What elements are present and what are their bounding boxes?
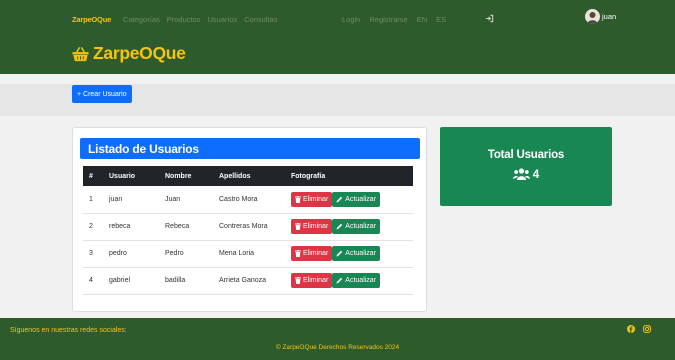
trash-icon — [295, 223, 301, 230]
column-header-fotografia: Fotografía — [291, 172, 326, 180]
pencil-icon — [336, 196, 343, 203]
update-button[interactable]: Actualizar — [332, 219, 381, 234]
cell-actions: Eliminar Actualizar — [285, 186, 413, 213]
create-user-button[interactable]: + Crear Usuario — [72, 85, 132, 103]
update-button[interactable]: Actualizar — [332, 246, 381, 261]
auth-nav: Login Registrarse EN ES — [342, 15, 455, 24]
cell-apellidos: Arrieta Ganoza — [219, 277, 267, 284]
avatar-icon — [585, 9, 600, 24]
column-header-nombre: Nombre — [165, 172, 192, 180]
pencil-icon — [336, 223, 343, 230]
footer — [0, 318, 675, 360]
nav-link-productos[interactable]: Productos — [167, 15, 201, 24]
trash-icon — [295, 195, 301, 203]
pencil-icon — [336, 250, 343, 257]
cell-id: 4 — [89, 277, 93, 284]
user-name: juan — [602, 12, 617, 21]
column-header-id: # — [89, 172, 93, 180]
delete-button[interactable]: Eliminar — [291, 246, 333, 261]
update-button-label: Actualizar — [345, 195, 377, 203]
nav-brand[interactable]: ZarpeOQue — [72, 15, 111, 24]
column-header-apellidos: Apellidos — [219, 172, 251, 180]
cell-usuario: juan — [109, 195, 123, 203]
delete-button-label: Eliminar — [303, 250, 329, 257]
table-row: 3 pedro Pedro Mena Loria Eliminar Actual… — [83, 240, 413, 267]
update-button[interactable]: Actualizar — [332, 273, 381, 288]
cell-actions: Eliminar Actualizar — [285, 240, 413, 267]
column-header-usuario: Usuario — [109, 172, 136, 180]
brand-title: ZarpeOQue — [93, 43, 186, 63]
delete-button-label: Eliminar — [303, 277, 329, 284]
cell-actions: Eliminar Actualizar — [285, 267, 413, 294]
total-users-title: Total Usuarios — [487, 149, 565, 161]
nav-link-register[interactable]: Registrarse — [369, 15, 407, 24]
cell-nombre: Juan — [165, 195, 181, 203]
users-card-title: Listado de Usuarios — [80, 138, 420, 159]
cell-apellidos: Contreras Mora — [219, 223, 268, 230]
table-row: 2 rebeca Rebeca Contreras Mora Eliminar … — [83, 213, 413, 240]
cell-id: 3 — [89, 250, 93, 257]
table-row: 1 juan Juan Castro Mora Eliminar Actuali… — [83, 186, 413, 213]
total-users-count-row: 4 — [440, 167, 612, 181]
cell-usuario: gabriel — [109, 277, 131, 284]
update-button-label: Actualizar — [345, 223, 377, 230]
delete-button[interactable]: Eliminar — [291, 219, 333, 234]
facebook-icon[interactable] — [627, 325, 635, 333]
social-links — [627, 325, 659, 333]
cell-nombre: badilla — [165, 277, 186, 284]
trash-icon — [295, 277, 301, 284]
instagram-icon[interactable] — [643, 325, 651, 333]
update-button-label: Actualizar — [345, 277, 377, 284]
delete-button-label: Eliminar — [303, 223, 329, 230]
cell-usuario: rebeca — [109, 223, 131, 230]
pencil-icon — [336, 277, 343, 284]
footer-follow-text: Síguenos en nuestras redes sociales: — [10, 327, 127, 334]
cell-apellidos: Mena Loria — [219, 250, 255, 257]
delete-button[interactable]: Eliminar — [291, 273, 333, 288]
cell-actions: Eliminar Actualizar — [285, 213, 413, 240]
nav-link-consultas[interactable]: Consultas — [244, 15, 277, 24]
users-table: # Usuario Nombre Apellidos Fotografía 1 … — [83, 166, 413, 295]
users-icon — [512, 168, 530, 180]
delete-button[interactable]: Eliminar — [291, 191, 333, 207]
nav-link-lang-es[interactable]: ES — [436, 15, 446, 24]
login-icon[interactable] — [485, 14, 494, 25]
nav-link-lang-en[interactable]: EN — [417, 15, 427, 24]
basket-icon — [72, 46, 89, 61]
brand-logo[interactable]: ZarpeOQue — [72, 43, 186, 64]
cell-id: 2 — [89, 223, 93, 230]
total-users-card: Total Usuarios 4 — [440, 127, 612, 206]
nav-link-login[interactable]: Login — [342, 15, 360, 24]
delete-button-label: Eliminar — [303, 195, 329, 203]
trash-icon — [295, 250, 301, 257]
user-menu[interactable]: juan — [585, 9, 616, 24]
footer-copyright: © ZarpeOQue Derechos Reservados 2024 — [275, 344, 400, 351]
cell-usuario: pedro — [109, 250, 127, 257]
cell-id: 1 — [89, 195, 93, 203]
nav-link-usuarios[interactable]: Usuarios — [208, 15, 238, 24]
table-header: # Usuario Nombre Apellidos Fotografía — [83, 166, 413, 186]
cell-nombre: Rebeca — [165, 223, 190, 230]
top-nav: ZarpeOQue Categorías Productos Usuarios … — [72, 15, 284, 24]
cell-apellidos: Castro Mora — [219, 195, 258, 203]
cell-nombre: Pedro — [165, 250, 184, 257]
update-button-label: Actualizar — [345, 250, 377, 257]
nav-link-categorias[interactable]: Categorías — [123, 15, 160, 24]
table-row: 4 gabriel badilla Arrieta Ganoza Elimina… — [83, 267, 413, 294]
update-button[interactable]: Actualizar — [332, 191, 381, 207]
total-users-count: 4 — [532, 167, 540, 181]
